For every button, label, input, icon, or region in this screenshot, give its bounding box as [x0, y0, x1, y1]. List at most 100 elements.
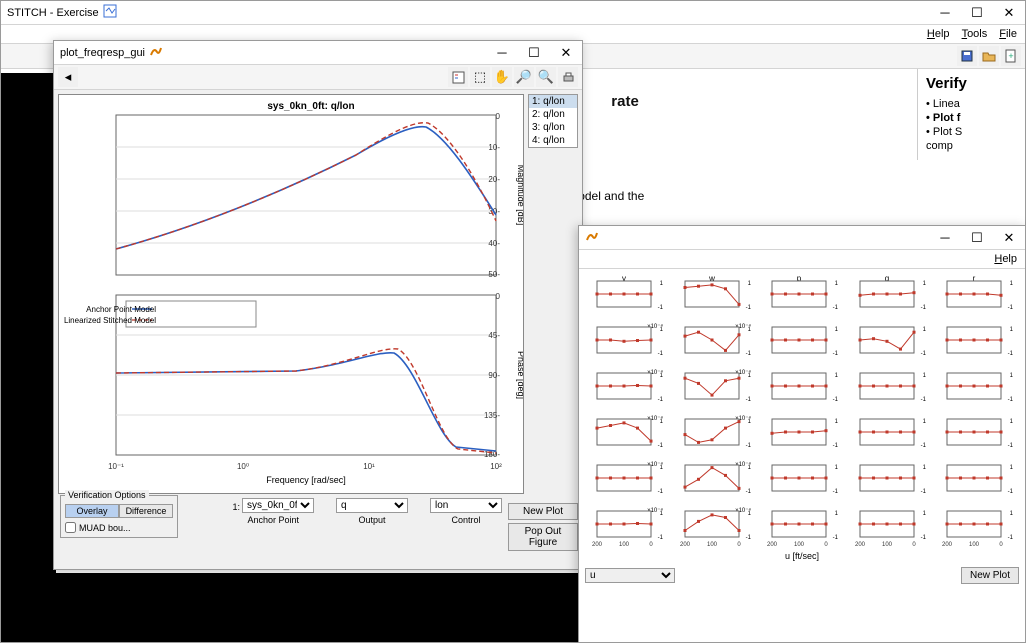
- legend-icon[interactable]: [448, 67, 468, 87]
- menu-help[interactable]: Help: [927, 28, 950, 40]
- menu-tools[interactable]: Tools: [962, 28, 988, 40]
- freqresp-window: plot_freqresp_gui ─ ☐ ✕ 🔍 🔎 ✋ ⬚ ◂ 1: q/l…: [53, 40, 583, 570]
- svg-text:-1: -1: [920, 535, 926, 541]
- svg-text:-1: -1: [833, 351, 839, 357]
- sm-cell-3-3: 1-1: [848, 413, 932, 457]
- sm-maximize[interactable]: ☐: [961, 226, 993, 250]
- sm-cell-0-4: r1-1: [935, 275, 1019, 319]
- svg-text:-1: -1: [745, 397, 751, 403]
- svg-text:1: 1: [660, 281, 664, 287]
- svg-text:1: 1: [835, 281, 839, 287]
- svg-text:1: 1: [922, 373, 926, 379]
- sm-cell-1-3: 1-1: [848, 321, 932, 365]
- overlay-button[interactable]: Overlay: [65, 504, 119, 518]
- collapse-icon[interactable]: ◂: [58, 67, 78, 87]
- sm-minimize[interactable]: ─: [929, 226, 961, 250]
- sm-cell-4-3: 1-1: [848, 459, 932, 503]
- sm-xaxis-label: u [ft/sec]: [585, 551, 1019, 561]
- svg-text:100: 100: [794, 542, 805, 547]
- svg-text:1: 1: [1010, 281, 1014, 287]
- svg-text:1: 1: [835, 327, 839, 333]
- sm-cell-1-1: ×10⁻⁴1-1: [673, 321, 757, 365]
- svg-text:-1: -1: [833, 305, 839, 311]
- menu-file[interactable]: File: [999, 28, 1017, 40]
- sm-cell-4-0: ×10⁻⁴1-1: [585, 459, 669, 503]
- svg-text:1: 1: [835, 511, 839, 517]
- svg-text:0: 0: [496, 292, 501, 301]
- svg-text:-1: -1: [833, 489, 839, 495]
- sm-cell-1-4: 1-1: [935, 321, 1019, 365]
- pan-icon[interactable]: ✋: [492, 67, 512, 87]
- datatip-icon[interactable]: ⬚: [470, 67, 490, 87]
- svg-text:-1: -1: [1008, 305, 1014, 311]
- app-icon: [103, 4, 117, 21]
- sidebar-item-0[interactable]: • Linea: [926, 98, 1017, 110]
- zoom-in-icon[interactable]: 🔍: [536, 67, 556, 87]
- svg-text:-1: -1: [920, 397, 926, 403]
- svg-text:200: 200: [942, 542, 953, 547]
- sm-close[interactable]: ✕: [993, 226, 1025, 250]
- freq-minimize[interactable]: ─: [486, 41, 518, 65]
- muad-checkbox-label[interactable]: MUAD bou...: [65, 522, 173, 533]
- svg-text:-1: -1: [1008, 351, 1014, 357]
- svg-text:10¹: 10¹: [363, 462, 375, 471]
- case-2[interactable]: 2: q/lon: [529, 108, 577, 121]
- case-1[interactable]: 1: q/lon: [529, 95, 577, 108]
- zoom-out-icon[interactable]: 🔎: [514, 67, 534, 87]
- save-icon[interactable]: [957, 46, 977, 66]
- svg-text:Phase [deg]: Phase [deg]: [516, 351, 523, 399]
- freq-maximize[interactable]: ☐: [518, 41, 550, 65]
- open-icon[interactable]: [979, 46, 999, 66]
- sidebar-title: Verify: [926, 75, 1017, 92]
- svg-text:-1: -1: [920, 305, 926, 311]
- svg-text:200: 200: [767, 542, 778, 547]
- print-icon[interactable]: [558, 67, 578, 87]
- svg-text:Frequency [rad/sec]: Frequency [rad/sec]: [266, 475, 346, 485]
- minimize-button[interactable]: ─: [929, 1, 961, 25]
- sm-menu-help[interactable]: Help: [994, 253, 1017, 265]
- svg-text:100: 100: [969, 542, 980, 547]
- sm-cell-1-2: 1 -1: [760, 321, 844, 365]
- sm-cell-2-3: 1 -1: [848, 367, 932, 411]
- freq-close[interactable]: ✕: [550, 41, 582, 65]
- svg-text:0: 0: [737, 542, 741, 547]
- svg-text:-20: -20: [488, 175, 500, 184]
- sidebar-item-2[interactable]: • Plot S: [926, 126, 1017, 138]
- sidebar-item-3[interactable]: comp: [926, 140, 1017, 152]
- sm-cell-1-0: ×10⁻⁴1-1: [585, 321, 669, 365]
- case-4[interactable]: 4: q/lon: [529, 134, 577, 147]
- sm-var-select[interactable]: u: [585, 568, 675, 583]
- svg-text:1: 1: [1010, 373, 1014, 379]
- case-list[interactable]: 1: q/lon 2: q/lon 3: q/lon 4: q/lon: [528, 94, 578, 148]
- anchor-select[interactable]: sys_0kn_0ft: [242, 498, 314, 513]
- tab-rate[interactable]: rate: [603, 89, 647, 121]
- close-button[interactable]: ✕: [993, 1, 1025, 25]
- sm-cell-2-0: ×10⁻⁴1-1: [585, 367, 669, 411]
- svg-text:1: 1: [922, 465, 926, 471]
- difference-button[interactable]: Difference: [119, 504, 173, 518]
- svg-text:-1: -1: [658, 351, 664, 357]
- svg-text:1: 1: [747, 281, 751, 287]
- control-select[interactable]: lon: [430, 498, 502, 513]
- sm-cell-0-1: w1-1: [673, 275, 757, 319]
- svg-text:1: 1: [922, 419, 926, 425]
- freq-titlebar: plot_freqresp_gui ─ ☐ ✕: [54, 41, 582, 65]
- pop-out-button[interactable]: Pop Out Figure: [508, 523, 578, 551]
- svg-text:-1: -1: [1008, 489, 1014, 495]
- maximize-button[interactable]: ☐: [961, 1, 993, 25]
- sm-cell-2-1: ×10⁻⁴1-1: [673, 367, 757, 411]
- new-icon[interactable]: +: [1001, 46, 1021, 66]
- svg-text:10²: 10²: [490, 462, 502, 471]
- output-select[interactable]: q: [336, 498, 408, 513]
- muad-checkbox[interactable]: [65, 522, 76, 533]
- svg-text:-1: -1: [658, 397, 664, 403]
- sm-cell-3-1: ×10⁻⁴1-1: [673, 413, 757, 457]
- new-plot-button[interactable]: New Plot: [508, 503, 578, 520]
- sm-cell-5-0: ×10⁻⁴1-12001000: [585, 505, 669, 549]
- sm-new-plot[interactable]: New Plot: [961, 567, 1019, 584]
- case-3[interactable]: 3: q/lon: [529, 121, 577, 134]
- svg-text:-135: -135: [484, 411, 500, 420]
- freq-plot: sys_0kn_0ft: q/lon 0-10-20 -30-40-50: [58, 94, 524, 494]
- svg-text:-1: -1: [1008, 397, 1014, 403]
- sidebar-item-1[interactable]: • Plot f: [926, 112, 1017, 124]
